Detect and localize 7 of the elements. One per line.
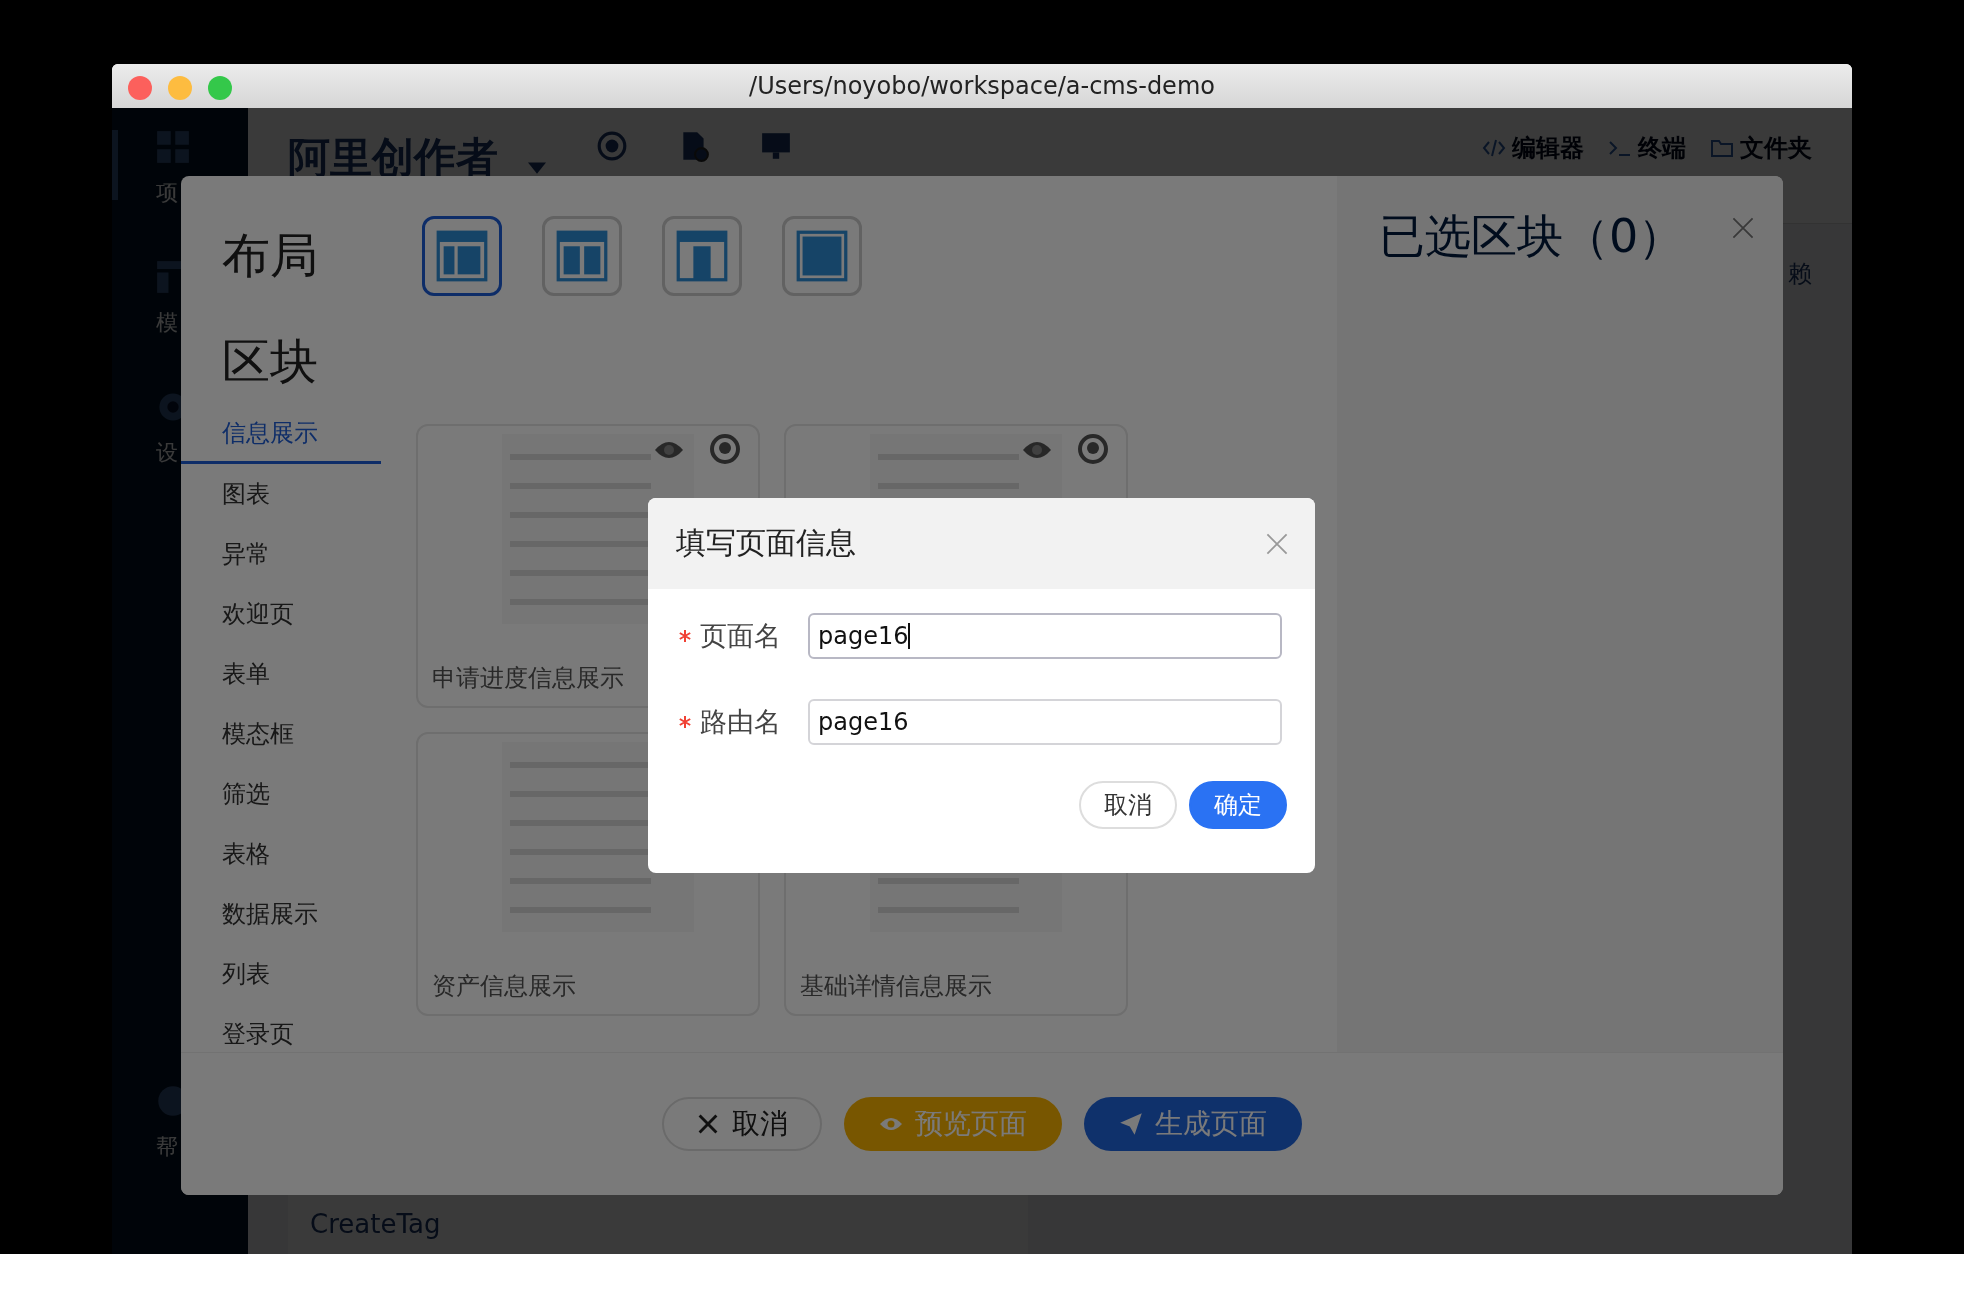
window-title: /Users/noyobo/workspace/a-cms-demo: [749, 72, 1215, 100]
card-title: 资产信息展示: [432, 971, 577, 1002]
card-title: 基础详情信息展示: [800, 971, 993, 1002]
card-title: 申请进度信息展示: [432, 663, 625, 694]
layout-heading: 布局: [221, 226, 319, 285]
blocks-heading: 区块: [221, 332, 319, 391]
selected-heading: 已选区块（0）: [1379, 209, 1685, 263]
